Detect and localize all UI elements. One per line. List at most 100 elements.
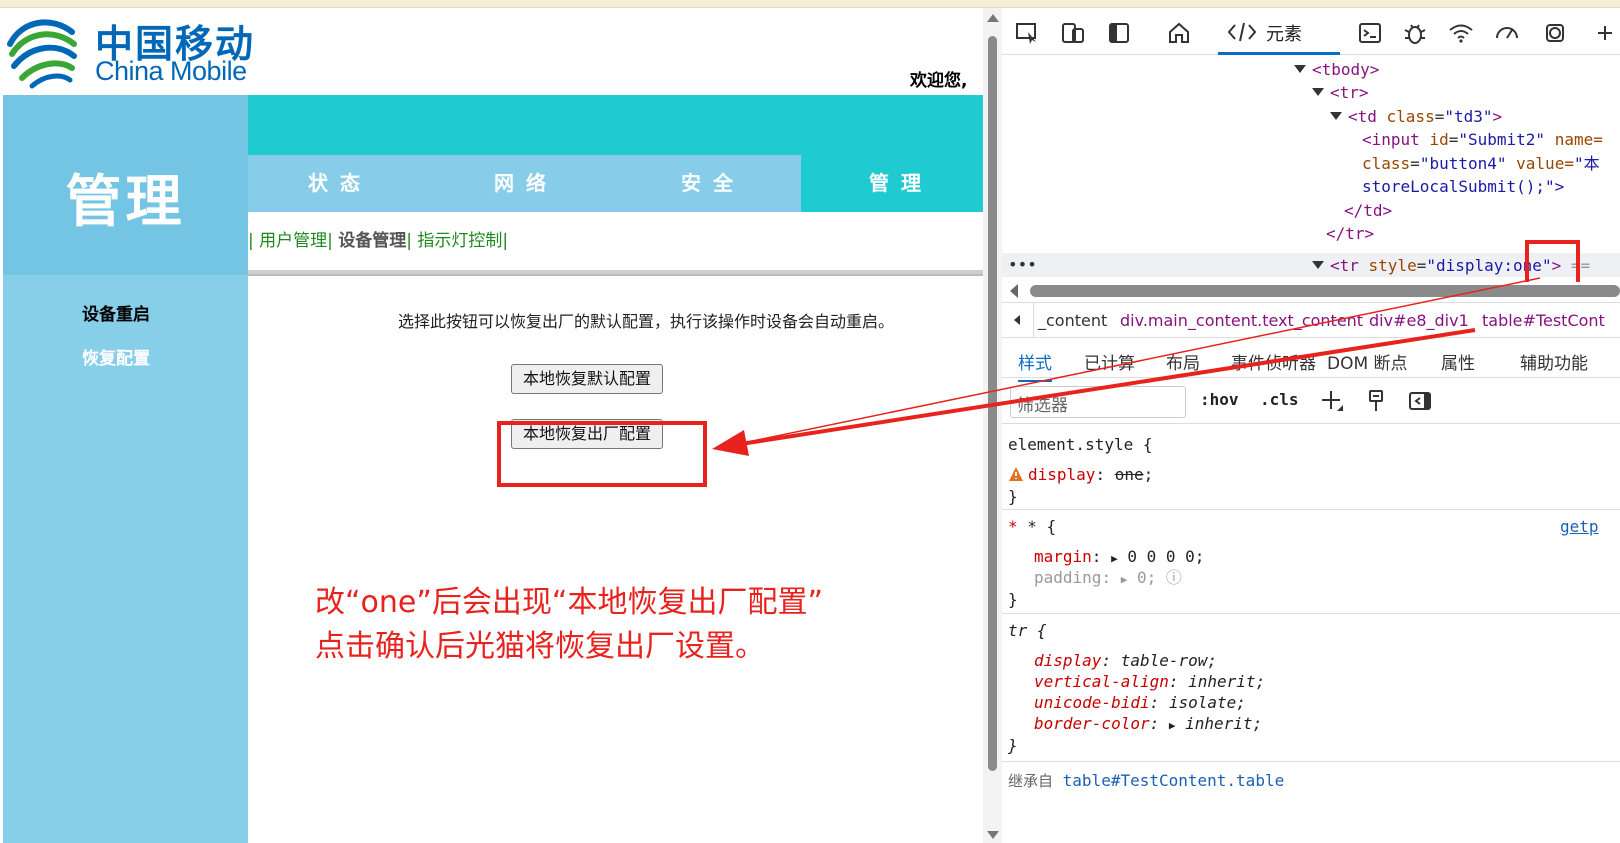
warning-icon [1009, 467, 1023, 481]
tab-elements[interactable]: 元素 [1218, 8, 1340, 55]
device-emulation-icon[interactable] [1060, 20, 1086, 46]
new-rule-plus-icon[interactable] [1320, 389, 1344, 413]
tr-decl-bidi: unicode-bidi: isolate; [1034, 693, 1246, 712]
annotation-highlight-box [497, 421, 707, 487]
breadcrumb-item[interactable]: _content [1038, 311, 1107, 330]
subnav-separator: | [327, 231, 333, 251]
console-icon[interactable] [1357, 20, 1383, 46]
element-style-rule: element.style { display: one; } [1002, 426, 1620, 510]
scrollbar-thumb[interactable] [988, 36, 997, 771]
scroll-left-arrow-icon[interactable] [1010, 284, 1018, 298]
tab-security[interactable]: 安全 [681, 155, 745, 212]
restore-default-button[interactable]: 本地恢复默认配置 [511, 364, 664, 394]
cls-toggle[interactable]: .cls [1260, 390, 1299, 409]
window-top-strip [0, 0, 1620, 8]
dom-node-tbody[interactable]: <tbody> [1294, 58, 1379, 82]
styles-panel-tabs: 样式 已计算 布局 事件侦听器 DOM 断点 属性 辅助功能 [1002, 340, 1620, 382]
expand-triangle-icon[interactable] [1312, 261, 1324, 269]
hov-toggle[interactable]: :hov [1200, 390, 1239, 409]
divider [248, 270, 983, 276]
info-icon[interactable]: ⓘ [1166, 568, 1182, 587]
paint-brush-icon[interactable] [1364, 389, 1388, 413]
home-icon[interactable] [1166, 20, 1192, 46]
section-title: 管理 [65, 170, 186, 235]
devtools-panel: 元素 ••• <tbody> <tr> <td class="td3"> <in… [1002, 8, 1620, 843]
annotation-text: 改“one”后会出现“本地恢复出厂配置” 点击确认后光猫将恢复出厂设置。 [315, 581, 823, 669]
tr-decl-border-color: border-color: ▶ inherit; [1034, 714, 1263, 733]
subnav-user-mgmt[interactable]: 用户管理 [259, 231, 327, 251]
scrollbar-thumb[interactable] [1030, 285, 1620, 297]
breadcrumb-item[interactable]: div.main_content.text_content [1120, 311, 1363, 330]
subnav-device-mgmt[interactable]: 设备管理 [338, 231, 406, 251]
page-vertical-scrollbar[interactable] [983, 8, 1002, 843]
dom-node-tr-close[interactable]: </tr> [1326, 222, 1374, 246]
dom-node-tr[interactable]: <tr> [1312, 81, 1369, 105]
dom-node-input-attrs[interactable]: class="button4" value="本 [1362, 152, 1600, 176]
tab-network[interactable]: 网络 [494, 155, 558, 212]
expand-triangle-icon[interactable]: ▶ [1121, 573, 1128, 586]
settings-gear-icon[interactable] [1542, 20, 1568, 46]
dom-node-td[interactable]: <td class="td3"> [1330, 105, 1502, 129]
breadcrumb-item[interactable]: table#TestCont [1482, 311, 1605, 330]
annotation-highlight-box [1525, 240, 1580, 287]
inherited-source-link[interactable]: table#TestContent.table [1063, 771, 1285, 790]
expand-triangle-icon[interactable] [1294, 65, 1306, 73]
subnav-separator: | [502, 231, 509, 251]
dock-side-icon[interactable] [1106, 20, 1132, 46]
subnav-separator: | [406, 231, 413, 251]
dom-tree: ••• <tbody> <tr> <td class="td3"> <input… [1002, 58, 1620, 287]
annotation-line-1: 改“one”后会出现“本地恢复出厂配置” [315, 585, 823, 620]
network-wifi-icon[interactable] [1448, 20, 1474, 46]
styles-pane: element.style { display: one; } * * { ge… [1002, 426, 1620, 843]
styles-filter-bar: 筛选器 :hov .cls [1002, 380, 1620, 424]
rule-close-brace: } [1008, 590, 1018, 609]
styles-filter-input[interactable]: 筛选器 [1010, 386, 1186, 418]
main-tab-bar: 状态 网络 安全 管理 [248, 155, 983, 212]
universal-rule: * * { getp margin: ▶ 0 0 0 0; padding: ▶… [1002, 510, 1620, 614]
expand-triangle-icon[interactable]: ▶ [1111, 552, 1118, 565]
tab-computed[interactable]: 已计算 [1084, 349, 1135, 374]
tab-properties[interactable]: 属性 [1441, 349, 1475, 374]
tab-status[interactable]: 状态 [308, 155, 372, 212]
left-title-panel: 管理 [3, 95, 248, 275]
tab-accessibility[interactable]: 辅助功能 [1520, 349, 1588, 374]
stylesheet-source-link[interactable]: getp [1560, 516, 1599, 538]
tab-manage[interactable]: 管理 [801, 155, 983, 212]
tab-layout[interactable]: 布局 [1166, 349, 1200, 374]
tr-selector: tr { [1008, 621, 1047, 640]
bug-debugger-icon[interactable] [1402, 20, 1428, 46]
dom-node-input[interactable]: <input id="Submit2" name= [1362, 128, 1603, 152]
element-style-decl[interactable]: display: one; [1008, 464, 1153, 486]
subnav-led-control[interactable]: 指示灯控制 [417, 231, 502, 251]
screen: 中国移动 China Mobile 欢迎您, 管理 设备重启 恢复配置 状态 网… [0, 0, 1620, 843]
tab-styles[interactable]: 样式 [1018, 349, 1052, 382]
dom-node-td-close[interactable]: </td> [1344, 199, 1392, 223]
performance-gauge-icon[interactable] [1494, 20, 1520, 46]
dom-node-input-onclick[interactable]: storeLocalSubmit();"> [1362, 175, 1564, 199]
inspect-element-icon[interactable] [1014, 20, 1040, 46]
restore-description: 选择此按钮可以恢复出厂的默认配置，执行该操作时设备会自动重启。 [398, 312, 895, 331]
breadcrumb-back-icon[interactable] [1002, 303, 1034, 337]
tr-decl-display: display: table-row; [1034, 651, 1218, 670]
expand-triangle-icon[interactable]: ▶ [1169, 719, 1176, 732]
padding-decl[interactable]: padding: ▶ 0; ⓘ [1034, 567, 1182, 591]
tab-dom-breakpoints[interactable]: DOM 断点 [1327, 349, 1408, 374]
expand-triangle-icon[interactable] [1330, 112, 1342, 120]
tab-event-listeners[interactable]: 事件侦听器 [1231, 349, 1316, 374]
subnav-separator: | [248, 231, 254, 251]
more-tools-plus-icon[interactable] [1592, 20, 1618, 46]
scroll-up-arrow-icon[interactable] [987, 14, 999, 22]
expand-triangle-icon[interactable] [1312, 88, 1324, 96]
scroll-down-arrow-icon[interactable] [987, 831, 999, 839]
dom-ellipsis-icon[interactable]: ••• [1008, 253, 1037, 277]
sub-navigation: | 用户管理| 设备管理| 指示灯控制| [248, 226, 508, 251]
sidebar-item-restart[interactable]: 设备重启 [82, 300, 150, 325]
sidebar-item-restore[interactable]: 恢复配置 [82, 344, 150, 369]
dom-horizontal-scrollbar[interactable] [1002, 282, 1620, 300]
welcome-text: 欢迎您, [910, 71, 968, 91]
element-style-selector: element.style { [1008, 435, 1153, 454]
tr-user-agent-rule: tr { display: table-row; vertical-align:… [1002, 614, 1620, 762]
breadcrumb-item[interactable]: div#e8_div1 [1369, 311, 1469, 330]
universal-selector: * * { [1008, 517, 1057, 536]
computed-sidebar-icon[interactable] [1408, 389, 1432, 413]
